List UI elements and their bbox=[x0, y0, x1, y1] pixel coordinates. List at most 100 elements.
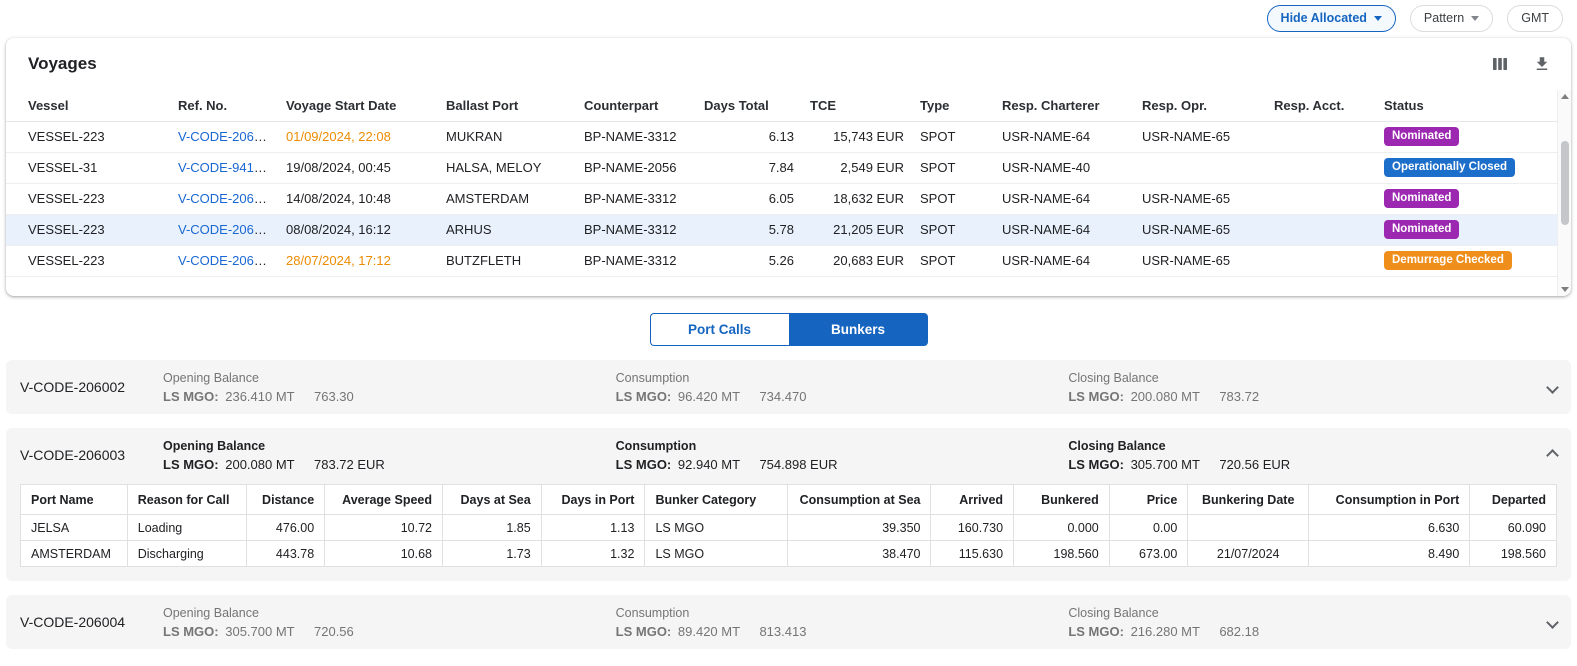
vertical-scrollbar[interactable] bbox=[1557, 90, 1571, 296]
voyage-code-label: V-CODE-206004 bbox=[20, 614, 163, 630]
voyages-header-row: Vessel Ref. No. Voyage Start Date Ballas… bbox=[6, 90, 1557, 121]
col-header-vessel: Vessel bbox=[6, 90, 170, 121]
days-total-cell: 5.26 bbox=[696, 245, 802, 276]
download-icon[interactable] bbox=[1533, 55, 1551, 73]
consumption-group: Consumption LS MGO: 92.940 MT 754.898 EU… bbox=[616, 439, 1069, 472]
scroll-down-arrow[interactable] bbox=[1561, 287, 1569, 292]
resp-acct-cell bbox=[1266, 121, 1376, 152]
departed-cell: 60.090 bbox=[1470, 515, 1557, 541]
chevron-down-icon[interactable] bbox=[1546, 616, 1559, 629]
status-badge: Nominated bbox=[1384, 127, 1459, 147]
type-cell: SPOT bbox=[912, 183, 994, 214]
col-header-resp-charterer: Resp. Charterer bbox=[994, 90, 1134, 121]
fuel-value: 813.413 bbox=[759, 624, 806, 639]
resp-opr-cell: USR-NAME-65 bbox=[1134, 121, 1266, 152]
pattern-button[interactable]: Pattern bbox=[1410, 5, 1493, 32]
type-cell: SPOT bbox=[912, 245, 994, 276]
voyage-row[interactable]: VESSEL-223 V-CODE-206008 14/08/2024, 10:… bbox=[6, 183, 1557, 214]
col-header-port-name: Port Name bbox=[21, 485, 128, 515]
voyage-row[interactable]: VESSEL-31 V-CODE-941658 19/08/2024, 00:4… bbox=[6, 152, 1557, 183]
col-header-reason: Reason for Call bbox=[127, 485, 246, 515]
voyage-row[interactable]: VESSEL-223 V-CODE-206005 28/07/2024, 17:… bbox=[6, 245, 1557, 276]
bunkers-table: Port Name Reason for Call Distance Avera… bbox=[20, 484, 1557, 567]
start-date-cell: 19/08/2024, 00:45 bbox=[278, 152, 438, 183]
group-title: Opening Balance bbox=[163, 371, 616, 385]
voyage-code-label: V-CODE-206002 bbox=[20, 379, 163, 395]
fuel-value: 783.72 EUR bbox=[314, 457, 385, 472]
scroll-thumb[interactable] bbox=[1561, 141, 1569, 225]
distance-cell: 476.00 bbox=[246, 515, 325, 541]
col-header-days-total: Days Total bbox=[696, 90, 802, 121]
accordion-header[interactable]: V-CODE-206004 Opening Balance LS MGO: 30… bbox=[6, 595, 1571, 649]
ballast-port-cell: ARHUS bbox=[438, 214, 576, 245]
accordion-header[interactable]: V-CODE-206003 Opening Balance LS MGO: 20… bbox=[6, 428, 1571, 482]
col-header-bunkered: Bunkered bbox=[1014, 485, 1110, 515]
ref-no-link[interactable]: V-CODE-206011 bbox=[178, 129, 275, 144]
hide-allocated-label: Hide Allocated bbox=[1281, 11, 1367, 25]
ref-no-link[interactable]: V-CODE-206005 bbox=[178, 253, 276, 268]
voyage-row[interactable]: VESSEL-223 V-CODE-206011 01/09/2024, 22:… bbox=[6, 121, 1557, 152]
group-title: Consumption bbox=[616, 371, 1069, 385]
top-toolbar: Hide Allocated Pattern GMT bbox=[0, 0, 1577, 36]
fuel-quantity: 92.940 MT bbox=[678, 457, 740, 472]
fuel-value: 763.30 bbox=[314, 389, 354, 404]
ballast-port-cell: BUTZFLETH bbox=[438, 245, 576, 276]
start-date-cell: 01/09/2024, 22:08 bbox=[278, 121, 438, 152]
page-title: Voyages bbox=[28, 54, 97, 74]
ref-no-link[interactable]: V-CODE-206008 bbox=[178, 191, 276, 206]
type-cell: SPOT bbox=[912, 121, 994, 152]
reason-cell: Discharging bbox=[127, 541, 246, 567]
columns-icon[interactable] bbox=[1491, 55, 1509, 73]
days-in-port-cell: 1.32 bbox=[541, 541, 645, 567]
days-in-port-cell: 1.13 bbox=[541, 515, 645, 541]
col-header-ballast-port: Ballast Port bbox=[438, 90, 576, 121]
resp-charterer-cell: USR-NAME-64 bbox=[994, 245, 1134, 276]
price-cell: 0.00 bbox=[1109, 515, 1188, 541]
fuel-quantity: 200.080 MT bbox=[1131, 389, 1200, 404]
voyage-row-selected[interactable]: VESSEL-223 V-CODE-206007 08/08/2024, 16:… bbox=[6, 214, 1557, 245]
group-title: Consumption bbox=[616, 439, 1069, 453]
col-header-avg-speed: Average Speed bbox=[325, 485, 443, 515]
voyages-panel: Voyages Vessel Ref. No. bbox=[6, 38, 1571, 296]
fuel-value: 720.56 EUR bbox=[1219, 457, 1290, 472]
hide-allocated-button[interactable]: Hide Allocated bbox=[1267, 5, 1396, 32]
ref-no-link[interactable]: V-CODE-941658 bbox=[178, 160, 276, 175]
voyage-code-label: V-CODE-206003 bbox=[20, 447, 163, 463]
fuel-value: 720.56 bbox=[314, 624, 354, 639]
counterpart-cell: BP-NAME-3312 bbox=[576, 183, 696, 214]
bunkered-cell: 198.560 bbox=[1014, 541, 1110, 567]
fuel-label: LS MGO: bbox=[163, 457, 219, 472]
consumption-group: Consumption LS MGO: 89.420 MT 813.413 bbox=[616, 606, 1069, 639]
reason-cell: Loading bbox=[127, 515, 246, 541]
opening-balance-group: Opening Balance LS MGO: 200.080 MT 783.7… bbox=[163, 439, 616, 472]
col-header-bunkering-date: Bunkering Date bbox=[1188, 485, 1309, 515]
bunker-section-206002: V-CODE-206002 Opening Balance LS MGO: 23… bbox=[6, 360, 1571, 414]
tab-bunkers[interactable]: Bunkers bbox=[789, 313, 928, 346]
chevron-up-icon[interactable] bbox=[1546, 449, 1559, 462]
gmt-button[interactable]: GMT bbox=[1507, 5, 1563, 32]
col-header-counterpart: Counterpart bbox=[576, 90, 696, 121]
avg-speed-cell: 10.72 bbox=[325, 515, 443, 541]
fuel-quantity: 236.410 MT bbox=[225, 389, 294, 404]
vessel-cell: VESSEL-223 bbox=[6, 214, 170, 245]
tab-port-calls[interactable]: Port Calls bbox=[650, 313, 789, 346]
ref-no-link[interactable]: V-CODE-206007 bbox=[178, 222, 276, 237]
resp-charterer-cell: USR-NAME-64 bbox=[994, 183, 1134, 214]
consumption-in-port-cell: 8.490 bbox=[1309, 541, 1470, 567]
scroll-up-arrow[interactable] bbox=[1561, 94, 1569, 99]
counterpart-cell: BP-NAME-3312 bbox=[576, 214, 696, 245]
days-total-cell: 7.84 bbox=[696, 152, 802, 183]
col-header-resp-opr: Resp. Opr. bbox=[1134, 90, 1266, 121]
fuel-quantity: 89.420 MT bbox=[678, 624, 740, 639]
type-cell: SPOT bbox=[912, 214, 994, 245]
col-header-type: Type bbox=[912, 90, 994, 121]
ballast-port-cell: AMSTERDAM bbox=[438, 183, 576, 214]
days-at-sea-cell: 1.73 bbox=[443, 541, 542, 567]
chevron-down-icon[interactable] bbox=[1546, 381, 1559, 394]
accordion-header[interactable]: V-CODE-206002 Opening Balance LS MGO: 23… bbox=[6, 360, 1571, 414]
panel-actions bbox=[1491, 55, 1551, 73]
departed-cell: 198.560 bbox=[1470, 541, 1557, 567]
col-header-status: Status bbox=[1376, 90, 1557, 121]
fuel-value: 734.470 bbox=[759, 389, 806, 404]
start-date-cell: 28/07/2024, 17:12 bbox=[278, 245, 438, 276]
